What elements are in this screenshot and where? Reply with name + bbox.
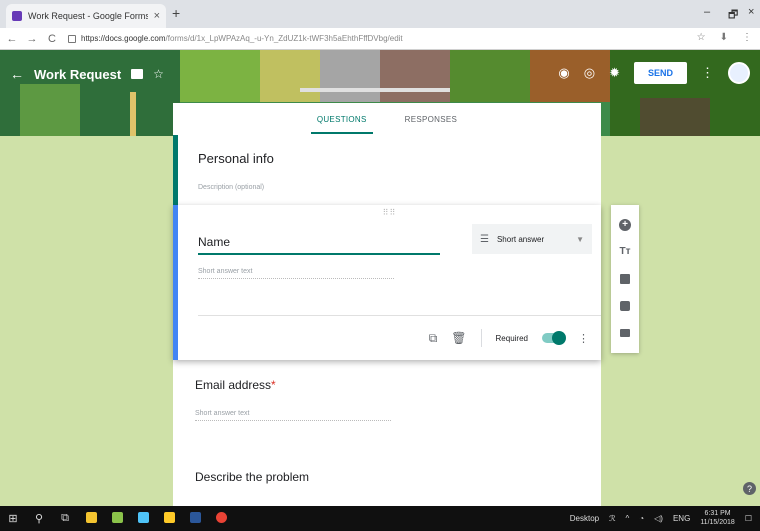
add-title-icon[interactable]: Tт: [617, 244, 633, 260]
section-card[interactable]: Personal info Description (optional): [173, 135, 601, 205]
bookmark-star-icon[interactable]: ☆: [697, 32, 706, 43]
forward-arrow-icon[interactable]: →: [24, 33, 40, 45]
url-host: https://docs.google.com: [81, 34, 166, 43]
back-arrow-icon[interactable]: ←: [10, 66, 24, 82]
browser-tab-bar: Work Request - Google Forms × + – 🗗 ×: [0, 0, 760, 28]
short-answer-placeholder: Short answer text: [195, 410, 391, 421]
url-input[interactable]: https://docs.google.com/forms/d/1x_LpWPA…: [81, 34, 403, 43]
settings-gear-icon[interactable]: ✹: [609, 65, 620, 81]
short-answer-icon: ☰: [480, 233, 489, 245]
question-title-input[interactable]: Name: [198, 233, 440, 255]
tray-chevron-icon[interactable]: ^: [626, 514, 630, 523]
add-question-icon[interactable]: +: [617, 217, 633, 233]
delete-icon[interactable]: 🗑: [451, 331, 466, 345]
address-bar: ← → C https://docs.google.com/forms/d/1x…: [0, 28, 760, 50]
browser-menu-icon[interactable]: ⋮: [742, 32, 752, 43]
clock-date: 11/15/2018: [700, 519, 735, 526]
question-type-dropdown[interactable]: ☰ Short answer ▼: [472, 224, 592, 254]
windows-start-icon[interactable]: ⊞: [0, 512, 26, 525]
question-type-label: Short answer: [496, 234, 545, 244]
required-label: Required: [495, 333, 528, 343]
divider: [480, 329, 482, 347]
form-tabs: QUESTIONS RESPONSES: [173, 103, 601, 135]
address-bar-actions: ☆ ⬇ ⋮: [697, 32, 752, 43]
desktop-label[interactable]: Desktop: [570, 514, 599, 523]
add-video-icon[interactable]: [617, 298, 633, 314]
header-right: ◉ ◎ ✹ SEND ⋮: [558, 62, 750, 84]
tab-questions[interactable]: QUESTIONS: [310, 105, 373, 134]
window-close-icon[interactable]: ×: [748, 6, 754, 18]
reload-icon[interactable]: C: [44, 33, 60, 45]
file-explorer-icon[interactable]: [78, 511, 104, 526]
volume-icon[interactable]: ◁): [654, 514, 663, 523]
form-title[interactable]: Work Request: [34, 67, 121, 82]
question-actions: ⧉ 🗑 Required ⋮: [429, 329, 589, 347]
question-card-email[interactable]: Email address* Short answer text: [173, 360, 601, 450]
question-card-name[interactable]: ⠿⠿ Name ☰ Short answer ▼ Short answer te…: [173, 205, 601, 360]
back-arrow-icon[interactable]: ←: [4, 33, 20, 45]
chrome-icon[interactable]: [208, 511, 234, 526]
network-icon[interactable]: ◔: [639, 514, 644, 523]
task-view-icon[interactable]: ⧉: [52, 512, 78, 525]
question-title[interactable]: Email address*: [195, 378, 276, 392]
question-footer-divider: [198, 315, 601, 316]
avatar[interactable]: [728, 62, 750, 84]
paint-icon[interactable]: [104, 511, 130, 526]
tab-title: Work Request - Google Forms: [28, 11, 148, 21]
help-icon[interactable]: ?: [743, 482, 756, 495]
folder-icon[interactable]: [131, 69, 144, 79]
clock[interactable]: 6:31 PM 11/15/2018: [700, 509, 735, 527]
drag-handle-icon[interactable]: ⠿⠿: [383, 208, 397, 217]
tab-close-icon[interactable]: ×: [154, 10, 160, 22]
star-icon[interactable]: ☆: [153, 67, 164, 81]
notifications-icon[interactable]: ☐: [745, 514, 752, 523]
search-icon[interactable]: ⚲: [26, 512, 52, 525]
question-title[interactable]: Describe the problem: [195, 470, 309, 484]
windows-taskbar: ⊞ ⚲ ⧉ Desktop ℛ ^ ◔ ◁) ENG 6:31 PM 11/15…: [0, 506, 760, 531]
palette-icon[interactable]: ◉: [558, 65, 569, 81]
app-icon[interactable]: [156, 511, 182, 526]
preview-eye-icon[interactable]: ◎: [584, 65, 595, 81]
browser-tab[interactable]: Work Request - Google Forms ×: [6, 4, 166, 28]
section-title[interactable]: Personal info: [198, 151, 581, 166]
question-title-text: Email address: [195, 378, 272, 392]
side-toolbar: + Tт: [611, 205, 639, 353]
new-tab-button[interactable]: +: [172, 5, 180, 21]
google-forms-icon: [12, 11, 22, 21]
header-left: ← Work Request ☆: [10, 66, 164, 82]
duplicate-icon[interactable]: ⧉: [429, 331, 438, 346]
required-asterisk: *: [271, 378, 276, 392]
more-vert-icon[interactable]: ⋮: [701, 65, 714, 81]
people-icon[interactable]: ℛ: [609, 514, 615, 523]
add-section-icon[interactable]: [617, 325, 633, 341]
system-tray: Desktop ℛ ^ ◔ ◁) ENG 6:31 PM 11/15/2018 …: [570, 509, 752, 527]
minimize-icon[interactable]: –: [704, 6, 710, 18]
tab-responses[interactable]: RESPONSES: [399, 105, 464, 134]
word-icon[interactable]: [182, 511, 208, 526]
send-button[interactable]: SEND: [633, 62, 687, 84]
section-description-input[interactable]: Description (optional): [198, 184, 581, 191]
extension-icon[interactable]: ⬇: [720, 32, 728, 43]
language-indicator[interactable]: ENG: [673, 514, 690, 523]
chevron-down-icon: ▼: [576, 234, 584, 244]
question-card-problem[interactable]: Describe the problem: [173, 450, 601, 506]
required-toggle[interactable]: [542, 331, 566, 345]
more-vert-icon[interactable]: ⋮: [578, 332, 589, 345]
lock-icon: [68, 34, 76, 43]
url-path: /forms/d/1x_LpWPAzAq_-u-Yn_ZdUZ1k-tWF3h5…: [165, 34, 403, 43]
clock-time: 6:31 PM: [704, 510, 731, 517]
maximize-icon[interactable]: 🗗: [728, 6, 738, 25]
app-icon[interactable]: [130, 511, 156, 526]
short-answer-placeholder: Short answer text: [198, 268, 394, 279]
add-image-icon[interactable]: [617, 271, 633, 287]
